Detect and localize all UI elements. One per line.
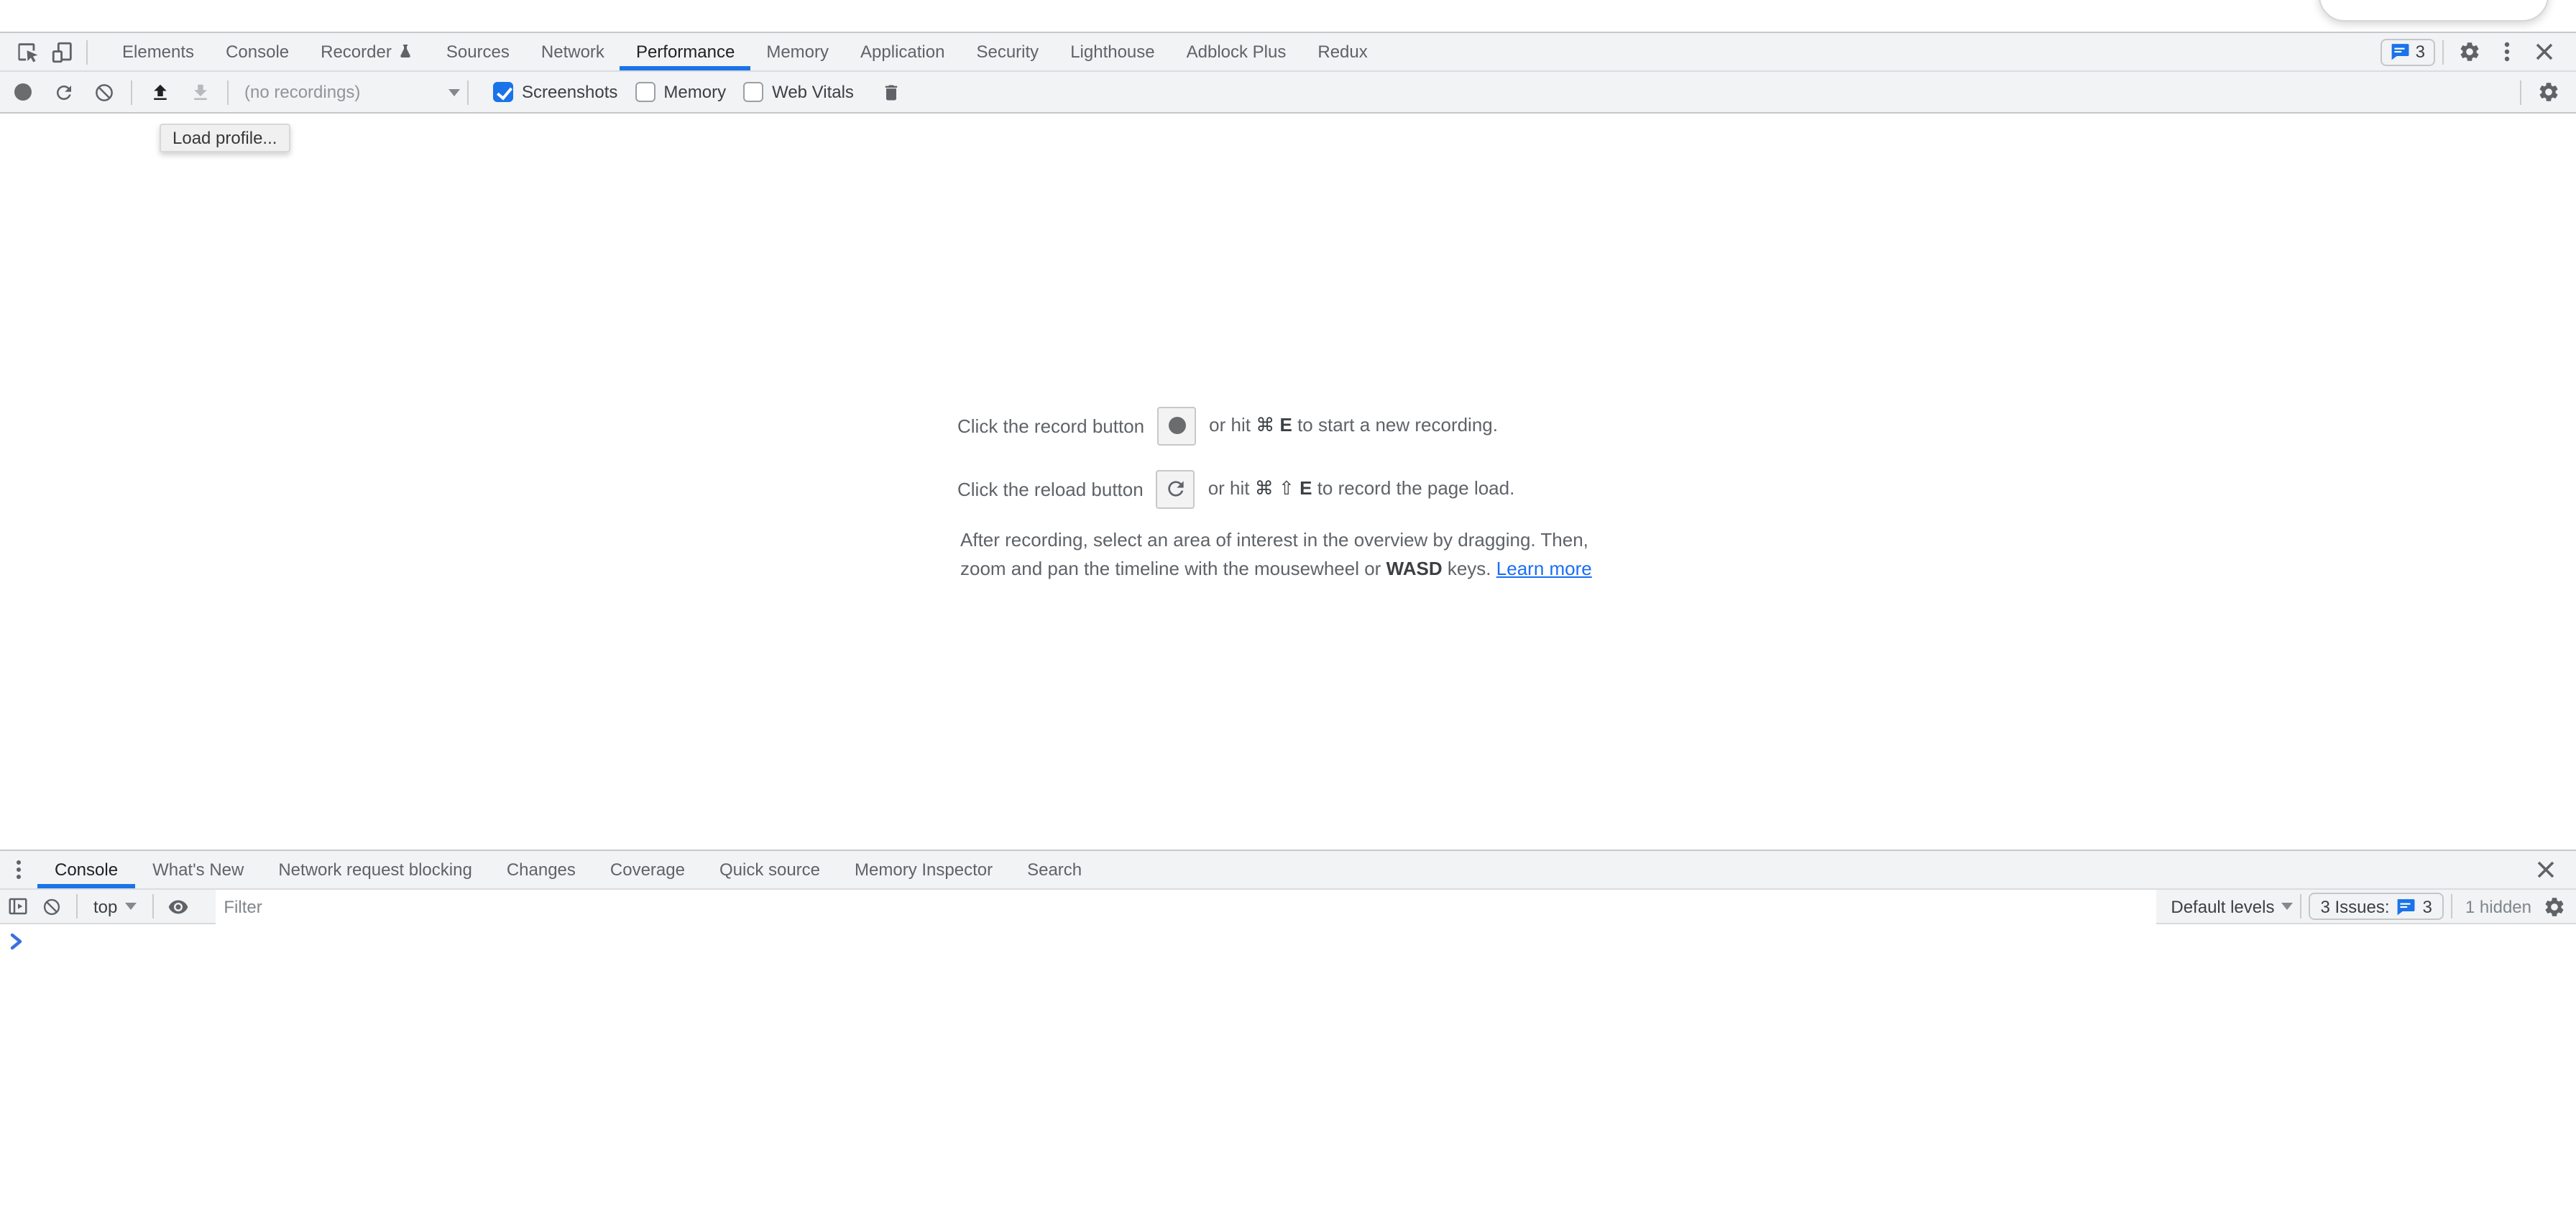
drawer: Console What's New Network request block… — [0, 850, 2576, 1205]
chevron-down-icon — [2281, 903, 2293, 910]
memory-checkbox[interactable]: Memory — [635, 82, 726, 102]
reload-instruction-row: Click the reload button or hit ⌘ ⇧ E to … — [957, 469, 1514, 509]
reload-and-record-button[interactable] — [43, 73, 83, 111]
checkbox-checked-icon — [493, 82, 513, 102]
browser-page-strip — [0, 0, 2576, 32]
inspect-element-icon[interactable] — [10, 33, 45, 70]
reload-demo-button[interactable] — [1156, 469, 1195, 508]
console-settings-gear-icon[interactable] — [2537, 889, 2572, 924]
tab-redux[interactable]: Redux — [1302, 33, 1383, 70]
tab-lighthouse[interactable]: Lighthouse — [1054, 33, 1170, 70]
issues-count: 3 — [2416, 42, 2425, 62]
close-drawer-icon[interactable] — [2527, 851, 2564, 888]
tab-recorder[interactable]: Recorder — [305, 33, 431, 70]
chevron-down-icon — [448, 88, 460, 96]
execution-context-select[interactable]: top — [85, 896, 144, 916]
drawer-tab-console[interactable]: Console — [37, 851, 135, 888]
devtools-window: Elements Console Recorder Sources Networ… — [0, 0, 2576, 1206]
browser-pill-overlay — [2319, 0, 2549, 22]
drawer-more-tools-icon[interactable] — [0, 851, 37, 888]
clear-console-icon[interactable] — [34, 889, 69, 924]
tab-network[interactable]: Network — [525, 33, 620, 70]
console-toolbar: top Default levels 3 Issues: 3 1 hidden — [0, 890, 2576, 924]
panel-tabs: Elements Console Recorder Sources Networ… — [106, 33, 1384, 70]
screenshots-checkbox[interactable]: Screenshots — [493, 82, 617, 102]
console-sidebar-toggle-icon[interactable] — [0, 889, 34, 924]
record-instruction-row: Click the record button or hit ⌘ E to st… — [957, 405, 1498, 446]
tab-application[interactable]: Application — [845, 33, 960, 70]
checkbox-unchecked-icon — [635, 82, 655, 102]
load-profile-tooltip: Load profile... — [160, 124, 290, 152]
issues-bubble-icon — [2391, 43, 2410, 60]
web-vitals-checkbox[interactable]: Web Vitals — [743, 82, 854, 102]
issues-counter-button[interactable]: 3 — [2381, 38, 2435, 65]
learn-more-link[interactable]: Learn more — [1496, 558, 1592, 579]
tabbar-right-controls: 3 — [2381, 33, 2576, 70]
drawer-tab-changes[interactable]: Changes — [489, 851, 593, 888]
record-demo-button[interactable] — [1157, 406, 1196, 445]
close-devtools-icon[interactable] — [2526, 33, 2563, 70]
device-toolbar-icon[interactable] — [45, 33, 79, 70]
drawer-tab-memory-inspector[interactable]: Memory Inspector — [837, 851, 1010, 888]
tab-security[interactable]: Security — [960, 33, 1054, 70]
garbage-collect-icon[interactable] — [871, 73, 911, 111]
e-key: E — [1300, 477, 1312, 499]
tab-console[interactable]: Console — [210, 33, 305, 70]
drawer-tab-quick-source[interactable]: Quick source — [702, 851, 837, 888]
log-levels-select[interactable]: Default levels — [2171, 896, 2293, 916]
flask-icon — [397, 43, 415, 60]
settings-gear-icon[interactable] — [2451, 33, 2488, 70]
tabbar-left-icons — [0, 33, 95, 70]
hidden-messages-label: 1 hidden — [2465, 896, 2531, 916]
chevron-down-icon — [124, 903, 136, 910]
record-icon — [14, 83, 32, 101]
drawer-tab-network-request-blocking[interactable]: Network request blocking — [261, 851, 489, 888]
tab-adblock-plus[interactable]: Adblock Plus — [1171, 33, 1302, 70]
capture-settings-gear-icon[interactable] — [2529, 73, 2569, 111]
console-issues-button[interactable]: 3 Issues: 3 — [2309, 893, 2443, 920]
console-prompt-chevron-icon — [9, 933, 24, 950]
issues-bubble-icon — [2397, 898, 2416, 915]
tab-elements[interactable]: Elements — [106, 33, 210, 70]
load-profile-icon[interactable] — [139, 73, 180, 111]
performance-toolbar: (no recordings) Screenshots Memory Web V… — [0, 72, 2576, 114]
console-filter-input[interactable] — [215, 889, 2156, 924]
shift-key-symbol: ⇧ — [1279, 477, 1294, 499]
devtools-tabbar: Elements Console Recorder Sources Networ… — [0, 32, 2576, 72]
tab-sources[interactable]: Sources — [431, 33, 525, 70]
e-key: E — [1279, 414, 1292, 436]
recordings-select[interactable]: (no recordings) — [236, 82, 460, 102]
record-button[interactable] — [3, 73, 43, 111]
tab-performance[interactable]: Performance — [620, 33, 750, 70]
drawer-tab-search[interactable]: Search — [1010, 851, 1099, 888]
tab-memory[interactable]: Memory — [750, 33, 845, 70]
live-expression-eye-icon[interactable] — [160, 889, 195, 924]
tabbar-separator — [86, 40, 88, 64]
more-options-icon[interactable] — [2488, 33, 2526, 70]
save-profile-icon[interactable] — [180, 73, 220, 111]
checkbox-unchecked-icon — [743, 82, 763, 102]
record-icon — [1168, 417, 1185, 434]
clear-recording-icon[interactable] — [83, 73, 124, 111]
cmd-key-symbol: ⌘ — [1255, 477, 1274, 499]
drawer-tab-whats-new[interactable]: What's New — [135, 851, 261, 888]
usage-hint-paragraph: After recording, select an area of inter… — [960, 526, 1636, 584]
drawer-tabbar: Console What's New Network request block… — [0, 851, 2576, 890]
drawer-tab-coverage[interactable]: Coverage — [593, 851, 702, 888]
cmd-key-symbol: ⌘ — [1256, 414, 1274, 436]
performance-panel: Load profile... Click the record button … — [0, 114, 2576, 850]
console-prompt-line[interactable] — [0, 924, 2576, 1205]
